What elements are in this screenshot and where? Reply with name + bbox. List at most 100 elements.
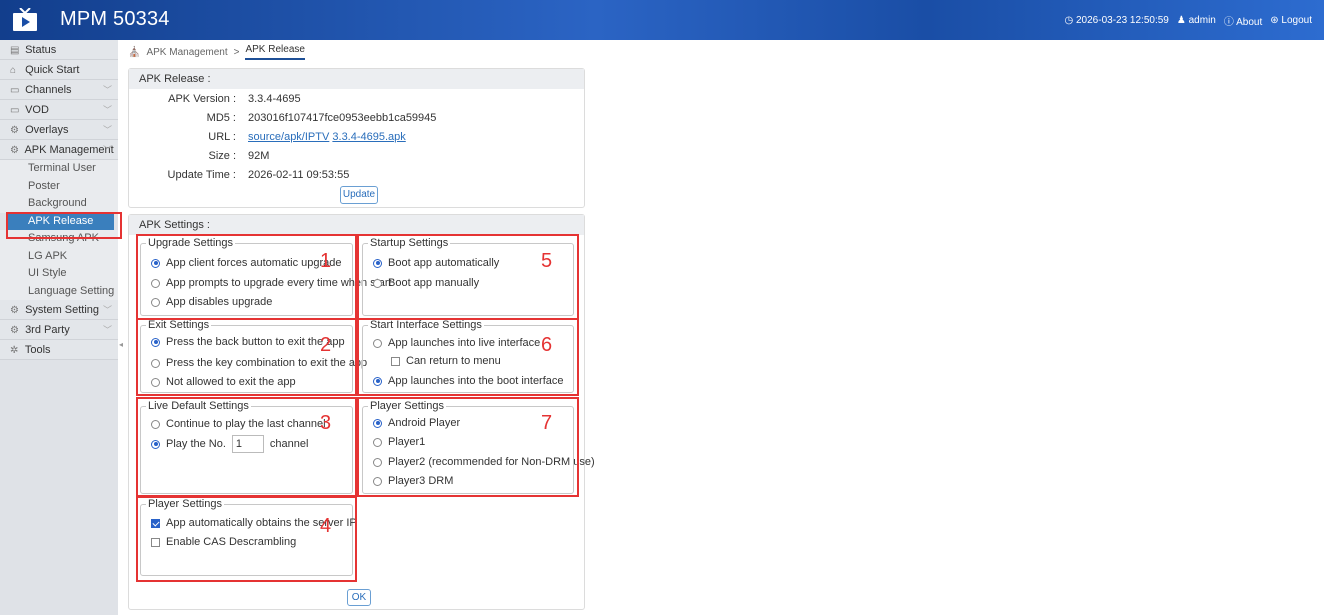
sidebar-collapse-toggle[interactable]: ◂: [118, 300, 128, 390]
start-option-live[interactable]: App launches into live interface: [373, 337, 540, 349]
start-option-return-menu[interactable]: Can return to menu: [391, 355, 501, 367]
player-option-player3-drm[interactable]: Player3 DRM: [373, 475, 453, 487]
sidebar-sub-language-setting[interactable]: Language Setting: [0, 282, 118, 300]
sidebar-sub-apk-release[interactable]: APK Release: [8, 212, 114, 230]
sidebar-item-apk-management[interactable]: ⚙ APK Management ﹀: [0, 140, 118, 160]
upgrade-option-force[interactable]: App client forces automatic upgrade: [151, 257, 342, 269]
exit-option-back[interactable]: Press the back button to exit the app: [151, 336, 345, 348]
sidebar-item-overlays[interactable]: ⚙ Overlays ﹀: [0, 120, 118, 140]
live-option-last-channel[interactable]: Continue to play the last channel: [151, 418, 326, 430]
radio-button[interactable]: [151, 337, 160, 347]
tv-logo-icon: [13, 8, 37, 31]
checkbox[interactable]: [151, 518, 160, 528]
url-link-path[interactable]: source/apk/IPTV: [248, 131, 329, 143]
radio-button[interactable]: [151, 377, 160, 387]
sidebar-item-3rd-party[interactable]: ⚙ 3rd Party ﹀: [0, 320, 118, 340]
sidebar-item-vod[interactable]: ▭ VOD ﹀: [0, 100, 118, 120]
quickstart-icon: ⌂: [10, 65, 17, 76]
md5-value: 203016f107417fce0953eebb1ca59945: [248, 112, 437, 124]
url-label: URL :: [208, 131, 236, 143]
apk-version-value: 3.3.4-4695: [248, 93, 301, 105]
start-option-boot[interactable]: App launches into the boot interface: [373, 375, 564, 387]
upgrade-option-disable[interactable]: App disables upgrade: [151, 296, 272, 308]
about-link[interactable]: ⓘ About: [1224, 13, 1262, 28]
startup-settings-title: Startup Settings: [368, 237, 451, 249]
breadcrumb: ⛪ APK Management > APK Release: [128, 42, 305, 62]
user-menu[interactable]: ♟ admin: [1177, 15, 1216, 26]
gear-icon: ⚙: [10, 125, 19, 136]
radio-button[interactable]: [151, 258, 160, 268]
checkbox[interactable]: [391, 356, 400, 366]
startup-option-manual[interactable]: Boot app manually: [373, 277, 479, 289]
update-button[interactable]: Update: [340, 186, 378, 204]
radio-button[interactable]: [373, 278, 382, 288]
chevron-down-icon: ﹀: [102, 305, 112, 315]
ok-button[interactable]: OK: [347, 589, 371, 606]
monitor-icon: ▭: [10, 85, 20, 96]
sidebar-item-tools[interactable]: ✲ Tools: [0, 340, 118, 360]
player-option-player2[interactable]: Player2 (recommended for Non-DRM use): [373, 456, 595, 468]
sidebar-sub-poster[interactable]: Poster: [0, 177, 118, 195]
annotation-number-2: 2: [320, 334, 332, 356]
exit-option-key-combo[interactable]: Press the key combination to exit the ap…: [151, 357, 367, 369]
live-option-play-no[interactable]: Play the No. 1 channel: [151, 435, 308, 453]
apk-version-label: APK Version :: [168, 93, 236, 105]
radio-button[interactable]: [151, 278, 160, 288]
top-header: MPM 50334 ◷ 2026-03-23 12:50:59 ♟ admin …: [0, 0, 1324, 40]
sidebar-item-quick-start[interactable]: ⌂ Quick Start: [0, 60, 118, 80]
sidebar-sub-ui-style[interactable]: UI Style: [0, 265, 118, 283]
radio-button[interactable]: [373, 376, 382, 386]
player-option-player1[interactable]: Player1: [373, 436, 425, 448]
sidebar-sub-terminal-user[interactable]: Terminal User: [0, 160, 118, 178]
annotation-number-1: 1: [320, 250, 332, 272]
player-option-cas[interactable]: Enable CAS Descrambling: [151, 536, 296, 548]
update-time-label: Update Time :: [167, 169, 236, 181]
status-icon: ▤: [10, 45, 20, 56]
logout-link[interactable]: ⊛ Logout: [1270, 15, 1312, 26]
tools-icon: ✲: [10, 345, 19, 356]
channel-number-input[interactable]: 1: [231, 435, 264, 453]
url-link-file[interactable]: 3.3.4-4695.apk: [332, 131, 405, 143]
radio-button[interactable]: [373, 476, 382, 486]
sidebar-sub-background[interactable]: Background: [0, 195, 118, 213]
sidebar-sub-lg-apk[interactable]: LG APK: [0, 247, 118, 265]
annotation-number-7: 7: [541, 412, 553, 434]
radio-button[interactable]: [151, 358, 160, 368]
radio-button[interactable]: [373, 258, 382, 268]
sidebar-item-channels[interactable]: ▭ Channels ﹀: [0, 80, 118, 100]
annotation-number-3: 3: [320, 412, 332, 434]
chevron-down-icon: ﹀: [102, 105, 112, 115]
radio-button[interactable]: [373, 338, 382, 348]
chevron-left-icon: ◂: [119, 340, 124, 349]
breadcrumb-current: APK Release: [245, 44, 305, 60]
radio-button[interactable]: [373, 457, 382, 467]
sidebar-sub-samsung-apk[interactable]: Samsung APK: [0, 230, 118, 248]
radio-button[interactable]: [151, 297, 160, 307]
home-icon[interactable]: ⛪: [128, 47, 140, 58]
exit-option-not-allowed[interactable]: Not allowed to exit the app: [151, 376, 296, 388]
radio-button[interactable]: [151, 419, 160, 429]
annotation-number-6: 6: [541, 334, 553, 356]
exit-settings-title: Exit Settings: [146, 319, 212, 331]
start-interface-settings-title: Start Interface Settings: [368, 319, 484, 331]
apk-settings-title: APK Settings :: [129, 215, 584, 235]
live-default-settings-title: Live Default Settings: [146, 400, 251, 412]
radio-button[interactable]: [373, 437, 382, 447]
monitor-icon: ▭: [10, 105, 20, 116]
breadcrumb-parent[interactable]: APK Management: [146, 47, 227, 58]
radio-button[interactable]: [151, 439, 160, 449]
player-settings-right-title: Player Settings: [368, 400, 446, 412]
breadcrumb-separator: >: [233, 46, 240, 58]
chevron-down-icon: ﹀: [102, 145, 112, 155]
player-settings-left-title: Player Settings: [146, 498, 224, 510]
checkbox[interactable]: [151, 537, 160, 547]
sidebar-item-status[interactable]: ▤ Status: [0, 40, 118, 60]
size-label: Size :: [208, 150, 236, 162]
radio-button[interactable]: [373, 418, 382, 428]
app-title: MPM 50334: [60, 8, 170, 30]
player-option-android[interactable]: Android Player: [373, 417, 460, 429]
upgrade-option-prompt[interactable]: App prompts to upgrade every time when s…: [151, 277, 392, 289]
sidebar-item-system-setting[interactable]: ⚙ System Setting ﹀: [0, 300, 118, 320]
startup-option-auto[interactable]: Boot app automatically: [373, 257, 499, 269]
sidebar: ▤ Status ⌂ Quick Start ▭ Channels ﹀ ▭ VOD…: [0, 40, 118, 615]
